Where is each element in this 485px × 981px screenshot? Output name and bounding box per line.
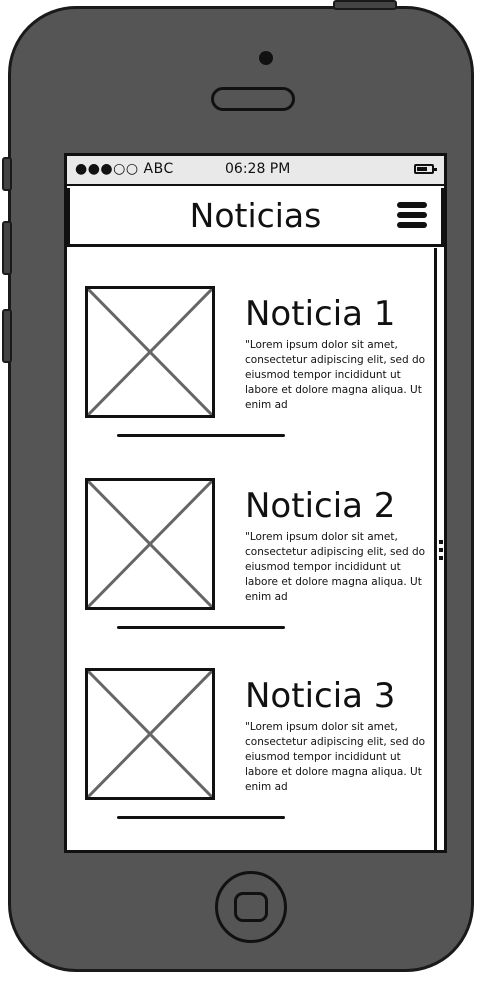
divider (117, 816, 285, 819)
battery-icon (414, 164, 437, 174)
image-placeholder-icon (85, 668, 215, 800)
news-item[interactable]: Noticia 3 "Lorem ipsum dolor sit amet, c… (85, 668, 430, 838)
home-button-icon[interactable] (215, 871, 287, 943)
status-time: 06:28 PM (225, 161, 291, 177)
news-item[interactable]: Noticia 2 "Lorem ipsum dolor sit amet, c… (85, 478, 430, 648)
image-placeholder-icon (85, 478, 215, 610)
volume-down-button[interactable] (2, 309, 12, 363)
news-excerpt: "Lorem ipsum dolor sit amet, consectetur… (245, 531, 426, 603)
phone-screen: ●●●○○ ABC 06:28 PM Noticias Noticia 1 "L… (64, 153, 447, 853)
camera-icon (259, 51, 273, 65)
divider (117, 626, 285, 629)
volume-up-button[interactable] (2, 221, 12, 275)
scrollbar[interactable] (434, 248, 437, 850)
news-excerpt: "Lorem ipsum dolor sit amet, consectetur… (245, 339, 426, 411)
news-title: Noticia 3 (245, 676, 396, 716)
hamburger-menu-icon[interactable] (397, 202, 427, 228)
divider (117, 434, 285, 437)
speaker-grille (211, 87, 295, 111)
power-button[interactable] (333, 0, 397, 10)
page-title: Noticias (189, 196, 322, 235)
carrier-signal: ●●●○○ ABC (75, 161, 174, 177)
silent-switch[interactable] (2, 157, 12, 191)
news-list: Noticia 1 "Lorem ipsum dolor sit amet, c… (67, 248, 432, 850)
news-title: Noticia 2 (245, 486, 396, 526)
news-title: Noticia 1 (245, 294, 396, 334)
status-bar: ●●●○○ ABC 06:28 PM (67, 156, 444, 186)
image-placeholder-icon (85, 286, 215, 418)
news-item[interactable]: Noticia 1 "Lorem ipsum dolor sit amet, c… (85, 286, 430, 456)
phone-frame: ●●●○○ ABC 06:28 PM Noticias Noticia 1 "L… (2, 0, 474, 972)
news-excerpt: "Lorem ipsum dolor sit amet, consectetur… (245, 721, 426, 793)
scroll-handle[interactable] (439, 540, 444, 564)
nav-bar: Noticias (67, 188, 444, 247)
